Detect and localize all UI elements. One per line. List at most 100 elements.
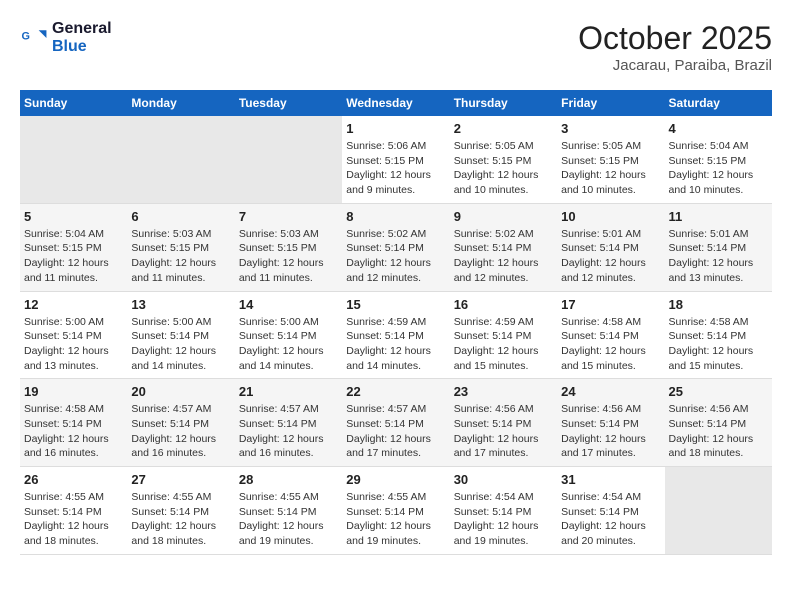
day-info: Sunrise: 5:05 AM Sunset: 5:15 PM Dayligh…: [561, 139, 660, 198]
calendar-cell: 1 Sunrise: 5:06 AM Sunset: 5:15 PM Daylig…: [342, 116, 449, 203]
day-number: 8: [346, 209, 445, 224]
day-info: Sunrise: 4:57 AM Sunset: 5:14 PM Dayligh…: [346, 402, 445, 461]
calendar-cell: 8 Sunrise: 5:02 AM Sunset: 5:14 PM Daylig…: [342, 203, 449, 291]
day-number: 3: [561, 121, 660, 136]
day-number: 16: [454, 297, 553, 312]
calendar-cell: [127, 116, 234, 203]
day-info: Sunrise: 4:56 AM Sunset: 5:14 PM Dayligh…: [669, 402, 768, 461]
location: Jacarau, Paraiba, Brazil: [578, 57, 772, 74]
calendar-cell: 4 Sunrise: 5:04 AM Sunset: 5:15 PM Daylig…: [665, 116, 772, 203]
day-info: Sunrise: 4:58 AM Sunset: 5:14 PM Dayligh…: [24, 402, 123, 461]
calendar-cell: 20 Sunrise: 4:57 AM Sunset: 5:14 PM Dayli…: [127, 379, 234, 467]
day-number: 10: [561, 209, 660, 224]
calendar-cell: 6 Sunrise: 5:03 AM Sunset: 5:15 PM Daylig…: [127, 203, 234, 291]
calendar-week-row: 12 Sunrise: 5:00 AM Sunset: 5:14 PM Dayli…: [20, 291, 772, 379]
day-number: 14: [239, 297, 338, 312]
day-info: Sunrise: 4:55 AM Sunset: 5:14 PM Dayligh…: [131, 490, 230, 549]
logo-text-line1: General: [52, 20, 112, 38]
day-number: 27: [131, 472, 230, 487]
calendar-cell: 16 Sunrise: 4:59 AM Sunset: 5:14 PM Dayli…: [450, 291, 557, 379]
day-info: Sunrise: 5:04 AM Sunset: 5:15 PM Dayligh…: [669, 139, 768, 198]
calendar-cell: 31 Sunrise: 4:54 AM Sunset: 5:14 PM Dayli…: [557, 467, 664, 555]
day-info: Sunrise: 5:02 AM Sunset: 5:14 PM Dayligh…: [346, 227, 445, 286]
calendar-cell: 14 Sunrise: 5:00 AM Sunset: 5:14 PM Dayli…: [235, 291, 342, 379]
day-info: Sunrise: 5:04 AM Sunset: 5:15 PM Dayligh…: [24, 227, 123, 286]
day-number: 23: [454, 384, 553, 399]
day-number: 5: [24, 209, 123, 224]
day-number: 4: [669, 121, 768, 136]
calendar-cell: 12 Sunrise: 5:00 AM Sunset: 5:14 PM Dayli…: [20, 291, 127, 379]
calendar-cell: 21Sunrise: 4:57 AM Sunset: 5:14 PM Dayli…: [235, 379, 342, 467]
day-info: Sunrise: 5:06 AM Sunset: 5:15 PM Dayligh…: [346, 139, 445, 198]
day-number: 2: [454, 121, 553, 136]
day-info: Sunrise: 4:58 AM Sunset: 5:14 PM Dayligh…: [561, 315, 660, 374]
calendar-cell: 15 Sunrise: 4:59 AM Sunset: 5:14 PM Dayli…: [342, 291, 449, 379]
day-info: Sunrise: 4:55 AM Sunset: 5:14 PM Dayligh…: [346, 490, 445, 549]
calendar-cell: 2Sunrise: 5:05 AM Sunset: 5:15 PM Daylig…: [450, 116, 557, 203]
calendar-cell: 23 Sunrise: 4:56 AM Sunset: 5:14 PM Dayli…: [450, 379, 557, 467]
day-info: Sunrise: 4:56 AM Sunset: 5:14 PM Dayligh…: [561, 402, 660, 461]
logo-text-line2: Blue: [52, 38, 112, 56]
weekday-header: Thursday: [450, 90, 557, 116]
calendar-cell: [235, 116, 342, 203]
calendar-cell: [665, 467, 772, 555]
day-info: Sunrise: 5:03 AM Sunset: 5:15 PM Dayligh…: [131, 227, 230, 286]
day-info: Sunrise: 5:03 AM Sunset: 5:15 PM Dayligh…: [239, 227, 338, 286]
day-number: 13: [131, 297, 230, 312]
day-info: Sunrise: 4:59 AM Sunset: 5:14 PM Dayligh…: [454, 315, 553, 374]
day-number: 1: [346, 121, 445, 136]
weekday-header: Sunday: [20, 90, 127, 116]
calendar-cell: 17Sunrise: 4:58 AM Sunset: 5:14 PM Dayli…: [557, 291, 664, 379]
day-number: 11: [669, 209, 768, 224]
day-number: 25: [669, 384, 768, 399]
day-info: Sunrise: 4:59 AM Sunset: 5:14 PM Dayligh…: [346, 315, 445, 374]
month-title: October 2025: [578, 20, 772, 57]
calendar-cell: [20, 116, 127, 203]
day-number: 12: [24, 297, 123, 312]
day-number: 31: [561, 472, 660, 487]
day-info: Sunrise: 5:00 AM Sunset: 5:14 PM Dayligh…: [24, 315, 123, 374]
day-info: Sunrise: 4:56 AM Sunset: 5:14 PM Dayligh…: [454, 402, 553, 461]
calendar-cell: 13 Sunrise: 5:00 AM Sunset: 5:14 PM Dayli…: [127, 291, 234, 379]
weekday-header: Wednesday: [342, 90, 449, 116]
day-number: 28: [239, 472, 338, 487]
page-header: G General Blue October 2025 Jacarau, Par…: [20, 20, 772, 74]
weekday-header: Tuesday: [235, 90, 342, 116]
day-info: Sunrise: 4:55 AM Sunset: 5:14 PM Dayligh…: [24, 490, 123, 549]
day-number: 15: [346, 297, 445, 312]
svg-text:G: G: [22, 30, 30, 42]
day-info: Sunrise: 4:57 AM Sunset: 5:14 PM Dayligh…: [239, 402, 338, 461]
weekday-header: Friday: [557, 90, 664, 116]
calendar-cell: 22Sunrise: 4:57 AM Sunset: 5:14 PM Dayli…: [342, 379, 449, 467]
day-info: Sunrise: 5:01 AM Sunset: 5:14 PM Dayligh…: [669, 227, 768, 286]
calendar-week-row: 19 Sunrise: 4:58 AM Sunset: 5:14 PM Dayli…: [20, 379, 772, 467]
calendar-cell: 26 Sunrise: 4:55 AM Sunset: 5:14 PM Dayli…: [20, 467, 127, 555]
weekday-header-row: SundayMondayTuesdayWednesdayThursdayFrid…: [20, 90, 772, 116]
logo-icon: G: [20, 24, 48, 52]
day-info: Sunrise: 5:01 AM Sunset: 5:14 PM Dayligh…: [561, 227, 660, 286]
day-number: 29: [346, 472, 445, 487]
day-number: 30: [454, 472, 553, 487]
day-number: 20: [131, 384, 230, 399]
calendar-cell: 10 Sunrise: 5:01 AM Sunset: 5:14 PM Dayli…: [557, 203, 664, 291]
day-number: 26: [24, 472, 123, 487]
day-info: Sunrise: 4:54 AM Sunset: 5:14 PM Dayligh…: [454, 490, 553, 549]
calendar-cell: 7 Sunrise: 5:03 AM Sunset: 5:15 PM Daylig…: [235, 203, 342, 291]
calendar-cell: 9Sunrise: 5:02 AM Sunset: 5:14 PM Daylig…: [450, 203, 557, 291]
calendar-cell: 28Sunrise: 4:55 AM Sunset: 5:14 PM Dayli…: [235, 467, 342, 555]
day-info: Sunrise: 4:54 AM Sunset: 5:14 PM Dayligh…: [561, 490, 660, 549]
day-number: 24: [561, 384, 660, 399]
calendar-week-row: 1 Sunrise: 5:06 AM Sunset: 5:15 PM Daylig…: [20, 116, 772, 203]
day-info: Sunrise: 5:00 AM Sunset: 5:14 PM Dayligh…: [239, 315, 338, 374]
day-info: Sunrise: 5:00 AM Sunset: 5:14 PM Dayligh…: [131, 315, 230, 374]
day-number: 19: [24, 384, 123, 399]
day-number: 6: [131, 209, 230, 224]
calendar-cell: 5 Sunrise: 5:04 AM Sunset: 5:15 PM Daylig…: [20, 203, 127, 291]
day-number: 18: [669, 297, 768, 312]
calendar-week-row: 5 Sunrise: 5:04 AM Sunset: 5:15 PM Daylig…: [20, 203, 772, 291]
calendar-cell: 25 Sunrise: 4:56 AM Sunset: 5:14 PM Dayli…: [665, 379, 772, 467]
day-number: 7: [239, 209, 338, 224]
weekday-header: Saturday: [665, 90, 772, 116]
day-number: 9: [454, 209, 553, 224]
day-info: Sunrise: 4:57 AM Sunset: 5:14 PM Dayligh…: [131, 402, 230, 461]
